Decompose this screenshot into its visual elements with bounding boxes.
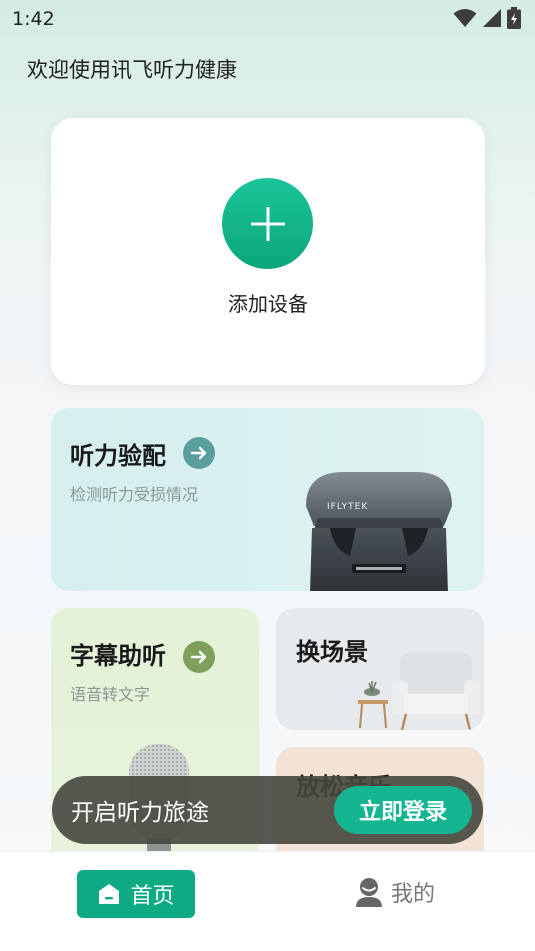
login-banner: 开启听力旅途 立即登录 <box>52 776 483 844</box>
brand-text: IFLYTEK <box>327 502 369 512</box>
subtitle-assist-arrow-icon <box>183 641 215 673</box>
hearing-test-arrow-icon <box>183 437 215 469</box>
status-time: 1:42 <box>12 8 55 30</box>
login-button[interactable]: 立即登录 <box>334 786 472 834</box>
add-device-button[interactable] <box>222 178 313 269</box>
nav-mine-label: 我的 <box>391 882 436 907</box>
greeting-text: 欢迎使用讯飞听力健康 <box>27 58 237 82</box>
plus-icon <box>250 206 285 241</box>
armchair-image <box>358 652 480 730</box>
subtitle-assist-title: 字幕助听 <box>70 642 166 670</box>
user-icon <box>356 878 382 907</box>
wifi-icon <box>453 9 477 27</box>
add-device-card[interactable]: 添加设备 <box>51 118 485 385</box>
status-icons <box>453 7 521 29</box>
hearing-test-title: 听力验配 <box>70 442 166 470</box>
battery-icon <box>507 7 521 29</box>
hearing-test-card[interactable]: 听力验配 检测听力受损情况 IFLYTEK <box>51 408 484 591</box>
scene-card[interactable]: 换场景 <box>276 608 484 730</box>
bottom-nav: 首页 我的 <box>0 851 535 951</box>
subtitle-assist-subtitle: 语音转文字 <box>70 685 151 704</box>
nav-home-tab[interactable]: 首页 <box>77 870 195 918</box>
nav-mine-tab[interactable]: 我的 <box>355 876 435 908</box>
earbuds-case-image <box>306 472 452 591</box>
add-device-label: 添加设备 <box>228 292 308 316</box>
hearing-test-subtitle: 检测听力受损情况 <box>70 485 199 504</box>
nav-home-label: 首页 <box>130 884 175 909</box>
login-banner-text: 开启听力旅途 <box>71 800 209 826</box>
status-bar: 1:42 <box>0 0 535 36</box>
home-icon <box>99 884 120 904</box>
cellular-signal-icon <box>483 9 501 27</box>
